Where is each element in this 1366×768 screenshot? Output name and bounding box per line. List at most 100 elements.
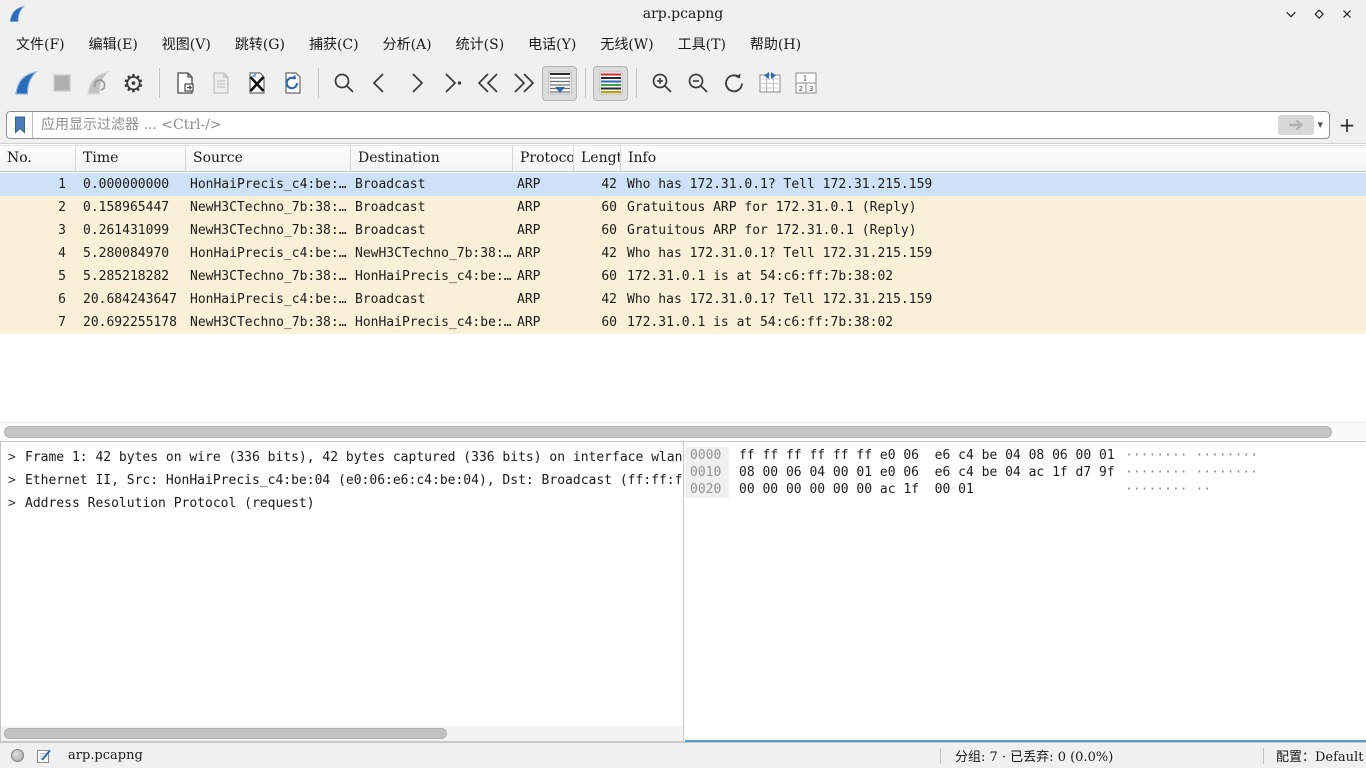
capture-comment-icon[interactable] xyxy=(36,748,52,764)
first-packet-icon[interactable] xyxy=(470,66,505,101)
packet-row[interactable]: 3 0.261431099 NewH3CTechno_7b:38:… Broad… xyxy=(0,219,1366,242)
toolbar-separator xyxy=(318,68,319,98)
layout-icon[interactable]: 123 xyxy=(788,66,823,101)
main-toolbar: ⚙ xyxy=(0,60,1366,106)
column-header-info[interactable]: Info xyxy=(621,146,1366,171)
expert-info-icon[interactable] xyxy=(11,749,24,762)
hex-bytes[interactable]: 00 00 00 00 00 00 ac 1f 00 01 xyxy=(729,481,1125,498)
details-hscrollbar[interactable] xyxy=(1,726,683,741)
hex-ascii[interactable]: ········ ········ xyxy=(1125,447,1258,464)
packet-list: 1 0.000000000 HonHaiPrecis_c4:be:… Broad… xyxy=(0,173,1366,334)
zoom-reset-icon[interactable] xyxy=(716,66,751,101)
hex-ascii[interactable]: ········ ········ xyxy=(1125,464,1258,481)
packet-row[interactable]: 6 20.684243647 HonHaiPrecis_c4:be:… Broa… xyxy=(0,288,1366,311)
hex-row[interactable]: 0020 00 00 00 00 00 00 ac 1f 00 01 ·····… xyxy=(685,481,1366,498)
expander-icon[interactable]: > xyxy=(8,446,16,469)
packet-row[interactable]: 7 20.692255178 NewH3CTechno_7b:38:… HonH… xyxy=(0,311,1366,334)
zoom-in-icon[interactable] xyxy=(644,66,679,101)
menu-telephony[interactable]: 电话(Y) xyxy=(516,29,588,59)
scrollbar-thumb[interactable] xyxy=(4,426,1332,438)
menu-tools[interactable]: 工具(T) xyxy=(666,29,738,59)
status-profile[interactable]: 配置：Default xyxy=(1264,746,1366,765)
column-header-no[interactable]: No. xyxy=(0,146,76,171)
title-bar: arp.pcapng xyxy=(0,0,1366,28)
status-bar: arp.pcapng 分组: 7 · 已丢弃: 0 (0.0%) 配置：Defa… xyxy=(0,742,1366,768)
menu-help[interactable]: 帮助(H) xyxy=(738,29,813,59)
menu-analyze[interactable]: 分析(A) xyxy=(371,29,444,59)
stop-capture-icon xyxy=(44,66,79,101)
goto-packet-icon[interactable] xyxy=(434,66,469,101)
menu-view[interactable]: 视图(V) xyxy=(150,29,223,59)
menu-edit[interactable]: 编辑(E) xyxy=(77,29,150,59)
last-packet-icon[interactable] xyxy=(506,66,541,101)
menu-statistics[interactable]: 统计(S) xyxy=(444,29,517,59)
auto-scroll-icon[interactable] xyxy=(542,66,577,101)
menu-wireless[interactable]: 无线(W) xyxy=(588,29,665,59)
hex-offset: 0000 xyxy=(685,447,729,464)
expander-icon[interactable]: > xyxy=(8,469,16,492)
status-packet-counts: 分组: 7 · 已丢弃: 0 (0.0%) xyxy=(941,746,1263,765)
capture-options-icon[interactable]: ⚙ xyxy=(116,66,151,101)
svg-text:2: 2 xyxy=(798,85,802,93)
close-file-icon[interactable] xyxy=(239,66,274,101)
display-filter-box[interactable]: ▾ xyxy=(6,111,1330,139)
scrollbar-thumb[interactable] xyxy=(4,728,447,739)
toolbar-separator xyxy=(636,68,637,98)
find-packet-icon[interactable] xyxy=(326,66,361,101)
wireshark-logo-icon xyxy=(8,5,26,23)
start-capture-icon[interactable] xyxy=(8,66,43,101)
column-header-protocol[interactable]: Protocol xyxy=(513,146,574,171)
filter-history-caret-icon[interactable]: ▾ xyxy=(1317,118,1323,131)
status-filename: arp.pcapng xyxy=(68,748,143,763)
svg-text:1: 1 xyxy=(802,75,806,83)
packet-details-pane: > Frame 1: 42 bytes on wire (336 bits), … xyxy=(0,441,684,742)
menu-capture[interactable]: 捕获(C) xyxy=(297,29,371,59)
filter-bookmark-icon[interactable] xyxy=(7,112,33,138)
zoom-out-icon[interactable] xyxy=(680,66,715,101)
display-filter-input[interactable] xyxy=(33,112,1278,138)
next-packet-icon[interactable] xyxy=(398,66,433,101)
menu-file[interactable]: 文件(F) xyxy=(4,29,77,59)
hex-ascii[interactable]: ········ ·· xyxy=(1125,481,1211,498)
detail-row-ethernet[interactable]: > Ethernet II, Src: HonHaiPrecis_c4:be:0… xyxy=(1,469,683,492)
detail-row-frame[interactable]: > Frame 1: 42 bytes on wire (336 bits), … xyxy=(1,446,683,469)
reload-file-icon[interactable] xyxy=(275,66,310,101)
packet-row[interactable]: 1 0.000000000 HonHaiPrecis_c4:be:… Broad… xyxy=(0,173,1366,196)
restart-capture-icon xyxy=(80,66,115,101)
packet-row[interactable]: 2 0.158965447 NewH3CTechno_7b:38:… Broad… xyxy=(0,196,1366,219)
svg-text:3: 3 xyxy=(808,85,812,93)
close-icon[interactable] xyxy=(1338,5,1356,23)
packet-list-header: No. Time Source Destination Protocol Len… xyxy=(0,145,1366,172)
hex-bytes[interactable]: 08 00 06 04 00 01 e0 06 e6 c4 be 04 ac 1… xyxy=(729,464,1125,481)
toolbar-separator xyxy=(159,68,160,98)
packet-bytes-pane: 0000 ff ff ff ff ff ff e0 06 e6 c4 be 04… xyxy=(685,441,1366,742)
column-header-destination[interactable]: Destination xyxy=(351,146,513,171)
apply-filter-icon[interactable] xyxy=(1278,115,1314,135)
save-file-icon xyxy=(203,66,238,101)
column-header-time[interactable]: Time xyxy=(76,146,186,171)
maximize-icon[interactable] xyxy=(1310,5,1328,23)
minimize-icon[interactable] xyxy=(1282,5,1300,23)
add-filter-button[interactable]: + xyxy=(1334,113,1360,137)
window-title: arp.pcapng xyxy=(0,6,1366,22)
hex-bytes[interactable]: ff ff ff ff ff ff e0 06 e6 c4 be 04 08 0… xyxy=(729,447,1125,464)
hex-offset: 0020 xyxy=(685,481,729,498)
filter-bar: ▾ + xyxy=(0,106,1366,144)
expander-icon[interactable]: > xyxy=(8,492,16,515)
menu-bar: 文件(F) 编辑(E) 视图(V) 跳转(G) 捕获(C) 分析(A) 统计(S… xyxy=(0,28,1366,60)
toolbar-separator xyxy=(585,68,586,98)
column-header-length[interactable]: Length xyxy=(574,146,621,171)
previous-packet-icon[interactable] xyxy=(362,66,397,101)
resize-columns-icon[interactable] xyxy=(752,66,787,101)
detail-row-arp[interactable]: > Address Resolution Protocol (request) xyxy=(1,492,683,515)
hex-offset: 0010 xyxy=(685,464,729,481)
packet-row[interactable]: 4 5.280084970 HonHaiPrecis_c4:be:… NewH3… xyxy=(0,242,1366,265)
packet-row[interactable]: 5 5.285218282 NewH3CTechno_7b:38:… HonHa… xyxy=(0,265,1366,288)
packet-list-hscrollbar[interactable] xyxy=(0,422,1366,440)
menu-go[interactable]: 跳转(G) xyxy=(223,29,297,59)
hex-row[interactable]: 0000 ff ff ff ff ff ff e0 06 e6 c4 be 04… xyxy=(685,447,1366,464)
colorize-icon[interactable] xyxy=(593,66,628,101)
open-file-icon[interactable] xyxy=(167,66,202,101)
column-header-source[interactable]: Source xyxy=(186,146,351,171)
hex-row[interactable]: 0010 08 00 06 04 00 01 e0 06 e6 c4 be 04… xyxy=(685,464,1366,481)
